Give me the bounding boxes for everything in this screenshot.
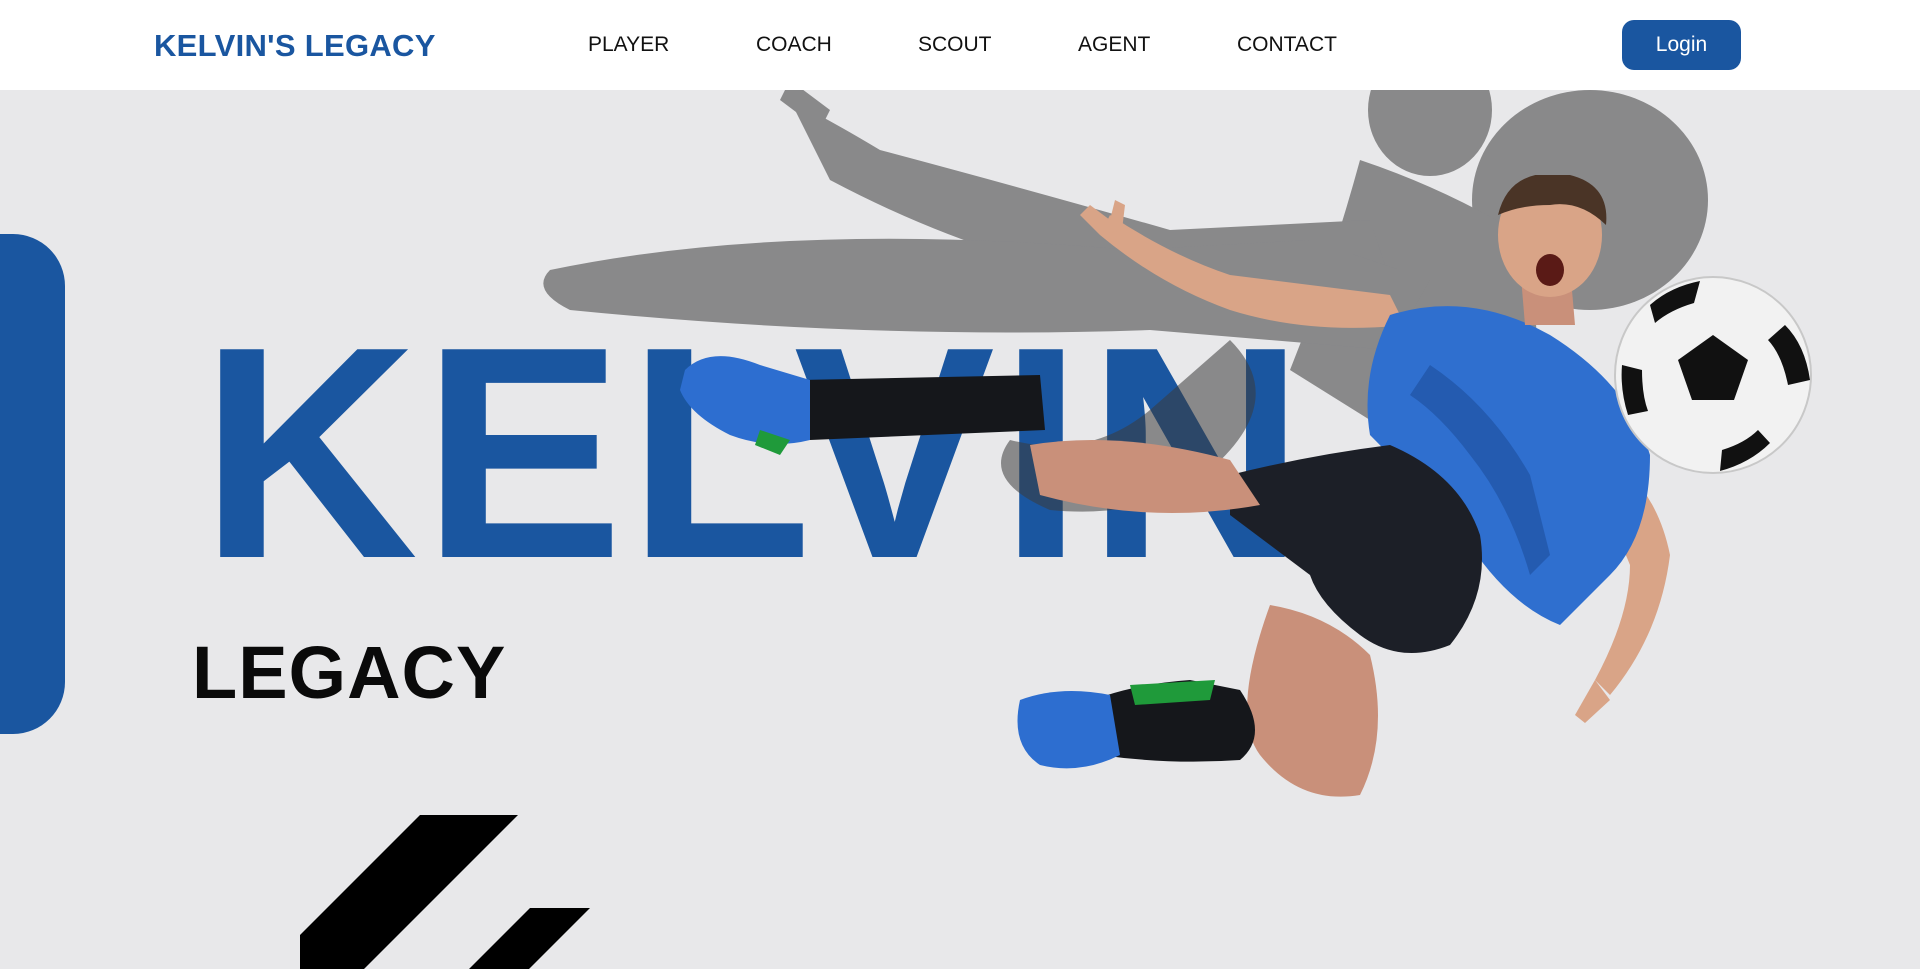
- hero-accent-tab: [0, 234, 65, 734]
- hero-subtitle: LEGACY: [192, 631, 507, 714]
- nav-link-player[interactable]: PLAYER: [588, 33, 669, 57]
- landing-page: KELVIN'S LEGACY PLAYER COACH SCOUT AGENT…: [0, 0, 1920, 969]
- login-button[interactable]: Login: [1622, 20, 1741, 70]
- nav-link-contact[interactable]: CONTACT: [1237, 33, 1337, 57]
- nav-link-coach[interactable]: COACH: [756, 33, 832, 57]
- nav-link-scout[interactable]: SCOUT: [918, 33, 992, 57]
- nav-link-agent[interactable]: AGENT: [1078, 33, 1150, 57]
- top-navbar: KELVIN'S LEGACY PLAYER COACH SCOUT AGENT…: [0, 0, 1920, 90]
- brand-logo[interactable]: KELVIN'S LEGACY: [154, 28, 436, 64]
- hero-player-image: [680, 175, 1812, 797]
- decorative-stripes: [300, 815, 590, 969]
